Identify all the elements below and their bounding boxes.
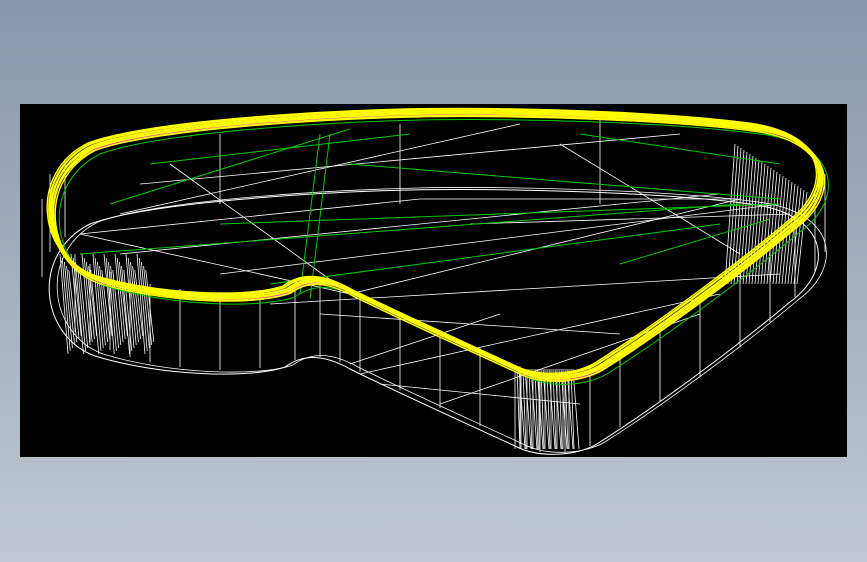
green-diag-6 [579, 133, 781, 165]
rim-outline-5 [49, 112, 821, 379]
mesh-left-27 [119, 261, 128, 337]
green-diag-4 [349, 163, 781, 200]
green-diag-2 [79, 203, 741, 255]
cad-viewport[interactable] [20, 104, 847, 457]
green-diag-5 [149, 133, 411, 165]
mesh-left-17 [97, 261, 106, 346]
yellow-rim [46, 107, 826, 382]
floor-edge-17 [169, 163, 351, 295]
app-background: { "viewport": { "background": "#000000",… [0, 0, 867, 562]
green-outline [58, 119, 829, 385]
green-diag-0 [309, 133, 331, 300]
mesh-right-0 [724, 143, 736, 285]
mesh-left-38 [143, 265, 152, 346]
mesh-left-33 [132, 265, 141, 340]
green-inner-lines [58, 119, 829, 385]
green-diag-3 [219, 203, 781, 225]
mesh-left-32 [130, 261, 139, 343]
floor-edge-6 [139, 133, 681, 185]
floor-edge-12 [349, 313, 501, 365]
rim-outline-1 [50, 110, 822, 378]
floor-edge-2 [119, 193, 721, 255]
wireframe-model [41, 107, 829, 455]
